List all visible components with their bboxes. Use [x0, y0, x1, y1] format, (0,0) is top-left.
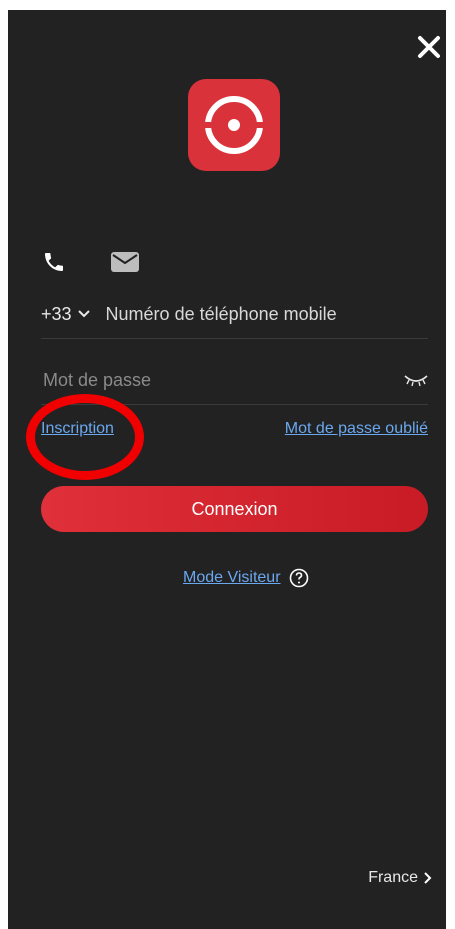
visitor-mode: Mode Visiteur [183, 568, 309, 588]
app-logo-icon [204, 96, 264, 154]
annotation-circle [26, 394, 144, 480]
help-icon[interactable] [289, 568, 309, 588]
forgot-password-link[interactable]: Mot de passe oublié [285, 420, 428, 438]
mail-icon[interactable] [110, 250, 140, 274]
chevron-right-icon [424, 872, 432, 884]
login-screen: +33 Inscription Mot de passe oublié Conn… [8, 10, 446, 929]
country-code-text: +33 [41, 303, 72, 324]
country-code-selector[interactable]: +33 [41, 304, 90, 325]
password-input[interactable] [41, 368, 404, 392]
chevron-down-icon [77, 310, 90, 318]
app-logo [188, 79, 280, 171]
login-button[interactable]: Connexion [41, 486, 428, 532]
phone-field-row: +33 [41, 290, 428, 339]
phone-icon[interactable] [42, 250, 66, 274]
region-label: France [368, 869, 418, 886]
phone-input[interactable] [103, 302, 428, 326]
close-icon[interactable] [414, 32, 444, 62]
eye-closed-icon[interactable] [404, 373, 428, 387]
visitor-mode-link[interactable]: Mode Visiteur [183, 569, 281, 587]
region-selector[interactable]: France [368, 869, 432, 887]
